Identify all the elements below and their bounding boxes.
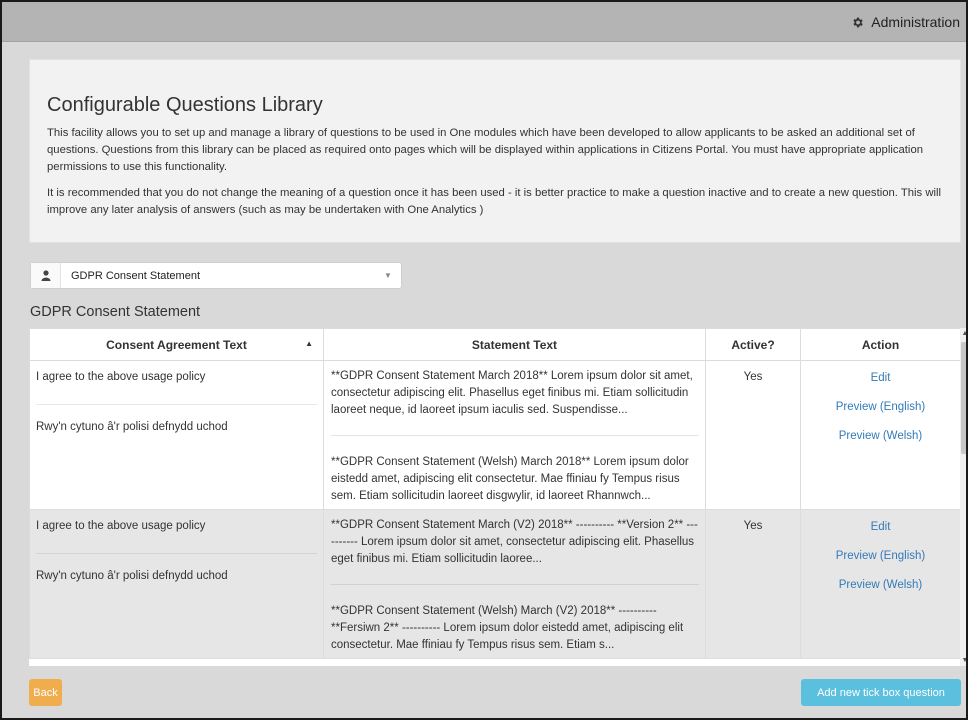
app-frame: Administration Configurable Questions Li… [0,0,968,720]
statement-text-english: **GDPR Consent Statement March 2018** Lo… [331,368,699,436]
chevron-down-icon: ▼ [384,271,392,280]
consent-text-english: I agree to the above usage policy [36,518,317,554]
table-row: I agree to the above usage policy Rwy'n … [29,360,960,510]
select-value: GDPR Consent Statement [71,269,201,282]
statement-cell: **GDPR Consent Statement March (V2) 2018… [323,509,706,659]
table-row: I agree to the above usage policy Rwy'n … [29,509,960,659]
questions-table-container: Consent Agreement Text ▲ Statement Text … [29,328,960,666]
top-bar: Administration [2,2,966,42]
person-icon [31,263,61,288]
statement-text-welsh: **GDPR Consent Statement (Welsh) March 2… [331,456,689,502]
active-cell: Yes [705,360,801,510]
back-button[interactable]: Back [29,679,62,706]
gear-icon [853,17,863,27]
statement-text-welsh: **GDPR Consent Statement (Welsh) March (… [331,605,684,651]
column-header-action: Action [800,328,960,361]
scroll-up-icon[interactable]: ▲ [961,330,966,337]
administration-menu[interactable]: Administration [851,14,960,30]
consent-text-welsh: Rwy'n cytuno â'r polisi defnydd uchod [36,421,228,433]
sort-ascending-icon: ▲ [305,339,313,348]
add-tick-box-question-button[interactable]: Add new tick box question [801,679,961,706]
consent-text-english: I agree to the above usage policy [36,369,317,405]
active-cell: Yes [705,509,801,659]
consent-text-welsh: Rwy'n cytuno â'r polisi defnydd uchod [36,570,228,582]
intro-panel: Configurable Questions Library This faci… [29,59,961,243]
statement-cell: **GDPR Consent Statement March 2018** Lo… [323,360,706,510]
page-title: Configurable Questions Library [47,94,323,116]
administration-label: Administration [871,14,960,30]
column-header-consent-label: Consent Agreement Text [106,337,247,352]
consent-cell: I agree to the above usage policy Rwy'n … [29,360,324,510]
preview-english-link[interactable]: Preview (English) [802,400,959,414]
consent-cell: I agree to the above usage policy Rwy'n … [29,509,324,659]
preview-english-link[interactable]: Preview (English) [802,549,959,563]
question-set-select[interactable]: GDPR Consent Statement ▼ [30,262,402,289]
table-scrollbar[interactable]: ▲ ▼ [960,328,966,666]
action-cell: Edit Preview (English) Preview (Welsh) [800,509,960,659]
column-header-consent[interactable]: Consent Agreement Text ▲ [29,328,324,361]
column-header-active[interactable]: Active? [705,328,801,361]
column-header-statement[interactable]: Statement Text [323,328,706,361]
edit-link[interactable]: Edit [802,520,959,534]
scroll-down-icon[interactable]: ▼ [961,657,966,664]
questions-table: Consent Agreement Text ▲ Statement Text … [29,328,960,659]
edit-link[interactable]: Edit [802,371,959,385]
statement-text-english: **GDPR Consent Statement March (V2) 2018… [331,517,699,585]
scroll-thumb[interactable] [961,342,966,454]
intro-paragraph-1: This facility allows you to set up and m… [47,127,924,173]
preview-welsh-link[interactable]: Preview (Welsh) [802,429,959,443]
intro-paragraph-2: It is recommended that you do not change… [47,187,942,216]
preview-welsh-link[interactable]: Preview (Welsh) [802,578,959,592]
action-cell: Edit Preview (English) Preview (Welsh) [800,360,960,510]
section-title: GDPR Consent Statement [30,304,201,320]
